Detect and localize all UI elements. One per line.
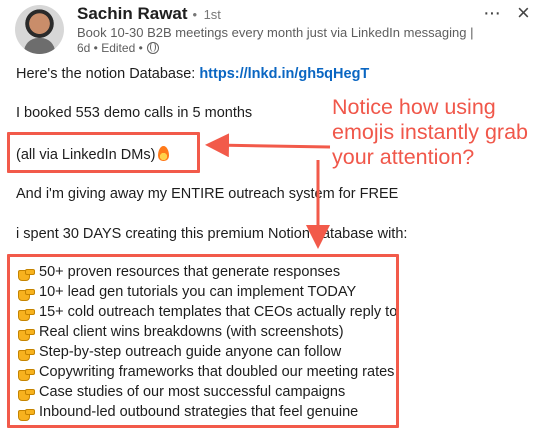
close-icon[interactable]: × bbox=[517, 0, 530, 26]
emoji-highlight-box bbox=[7, 132, 200, 173]
author-line: Sachin Rawat • 1st bbox=[77, 4, 221, 24]
globe-icon bbox=[146, 42, 159, 54]
post-header: Sachin Rawat • 1st Book 10-30 B2B meeting… bbox=[0, 0, 553, 60]
intro-text: Here's the notion Database: bbox=[16, 66, 200, 82]
giveaway-line: And i'm giving away my ENTIRE outreach s… bbox=[16, 186, 399, 202]
booked-line: I booked 553 demo calls in 5 months bbox=[16, 105, 253, 121]
avatar[interactable] bbox=[15, 5, 64, 54]
spent-line: i spent 30 DAYS creating this premium No… bbox=[16, 226, 408, 242]
list-highlight-box bbox=[7, 254, 399, 428]
post-meta-text: 6d • Edited • bbox=[77, 41, 143, 55]
notion-database-link[interactable]: https://lnkd.in/gh5qHegT bbox=[199, 66, 369, 82]
connection-degree: 1st bbox=[203, 7, 221, 22]
post-meta: 6d • Edited • bbox=[77, 41, 159, 55]
author-headline: Book 10-30 B2B meetings every month just… bbox=[77, 25, 477, 40]
degree-separator: • bbox=[192, 7, 198, 22]
more-options-icon[interactable]: ··· bbox=[483, 2, 501, 25]
intro-line: Here's the notion Database: https://lnkd… bbox=[16, 66, 369, 82]
arrow-to-emoji-box bbox=[205, 133, 331, 158]
avatar-shirt bbox=[24, 38, 55, 54]
author-name[interactable]: Sachin Rawat bbox=[77, 4, 188, 23]
callout-text: Notice how using emojis instantly grab y… bbox=[332, 95, 528, 169]
